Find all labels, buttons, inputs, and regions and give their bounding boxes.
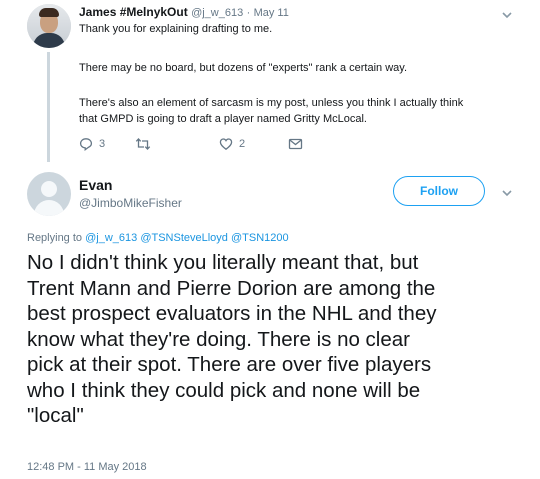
main-tweet: Evan @JimboMikeFisher Follow Replying to… <box>0 164 540 479</box>
retweet-icon <box>135 138 151 150</box>
reply-icon <box>79 138 93 151</box>
like-count: 2 <box>239 138 246 150</box>
tweet-text-line: best prospect evaluators in the NHL and … <box>27 302 437 325</box>
main-avatar[interactable] <box>27 172 71 216</box>
parent-text-line: that GMPD is going to draft a player nam… <box>79 113 367 125</box>
tweet-text-line: Trent Mann and Pierre Dorion are among t… <box>27 276 436 300</box>
tweet-timestamp[interactable]: 12:48 PM - 11 May 2018 <box>27 461 147 473</box>
parent-header: James #MelnykOut @j_w_613 · May 11 <box>79 5 289 19</box>
mention-link[interactable]: @j_w_613 <box>85 232 137 244</box>
chevron-down-icon[interactable] <box>500 8 514 22</box>
direct-message-button[interactable] <box>288 135 303 153</box>
tweet-text: No I didn't think you literally meant th… <box>27 250 527 429</box>
like-icon <box>219 138 233 151</box>
replying-prefix: Replying to <box>27 232 83 244</box>
parent-avatar[interactable] <box>27 4 71 48</box>
tweet-text-line: know what they're doing. There is no cle… <box>27 327 410 351</box>
retweet-button[interactable] <box>135 135 157 153</box>
tweet-text-line: pick at their spot. There are over five … <box>27 353 432 376</box>
reply-count: 3 <box>99 138 106 150</box>
parent-text-line: Thank you for explaining drafting to me. <box>79 23 273 35</box>
follow-button[interactable]: Follow <box>393 176 485 206</box>
parent-tweet: James #MelnykOut @j_w_613 · May 11 Thank… <box>0 0 540 164</box>
main-author-handle[interactable]: @JimboMikeFisher <box>79 196 182 210</box>
parent-author-handle[interactable]: @j_w_613 <box>191 7 243 19</box>
direct-message-icon <box>288 138 303 150</box>
tweet-text-line: who I think they could pick and none wil… <box>27 378 421 402</box>
reply-button[interactable]: 3 <box>79 135 105 153</box>
mention-link[interactable]: @TSN1200 <box>231 232 289 244</box>
parent-author-name[interactable]: James #MelnykOut <box>79 5 188 19</box>
parent-date[interactable]: May 11 <box>254 7 289 19</box>
replying-to: Replying to @j_w_613 @TSNSteveLloyd @TSN… <box>27 232 289 244</box>
tweet-text-line: "local" <box>27 404 84 427</box>
like-button[interactable]: 2 <box>219 135 245 153</box>
chevron-down-icon[interactable] <box>500 186 514 200</box>
parent-text-line: There's also an element of sarcasm is my… <box>79 97 464 109</box>
parent-text-line: There may be no board, but dozens of "ex… <box>79 62 408 74</box>
tweet-text-line: No I didn't think you literally meant th… <box>27 251 419 274</box>
parent-separator: · <box>246 7 251 19</box>
main-author-name[interactable]: Evan <box>79 177 112 193</box>
mention-link[interactable]: @TSNSteveLloyd <box>140 232 228 244</box>
thread-line <box>47 52 50 162</box>
